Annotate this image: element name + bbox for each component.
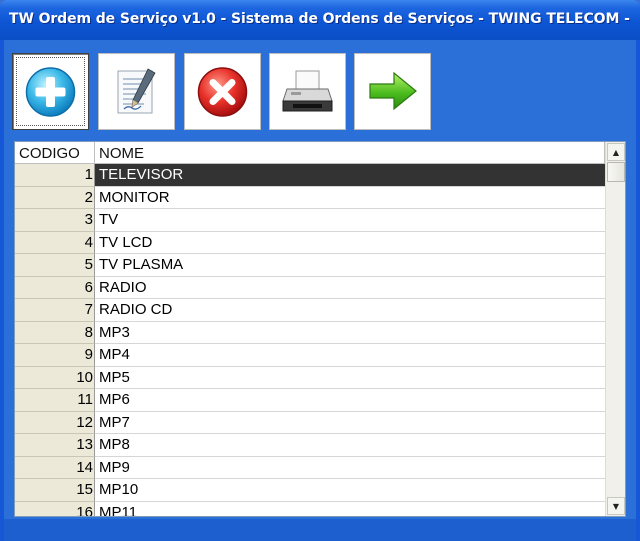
triangle-down-icon: ▼: [612, 501, 620, 511]
add-button[interactable]: [12, 53, 89, 130]
row-name-cell[interactable]: MP5: [95, 367, 605, 389]
exit-button[interactable]: [354, 53, 431, 130]
title-bar[interactable]: TW Ordem de Serviço v1.0 - Sistema de Or…: [0, 0, 640, 40]
window-title: TW Ordem de Serviço v1.0 - Sistema de Or…: [9, 11, 634, 27]
table-row[interactable]: 1 TELEVISOR: [15, 164, 605, 187]
equipment-grid[interactable]: CODIGO NOME 1 TELEVISOR 2 MONITOR 3 TV 4…: [14, 141, 626, 517]
row-code-cell: 10: [15, 366, 95, 389]
column-header-codigo[interactable]: CODIGO: [15, 142, 95, 164]
table-row[interactable]: 15 MP10: [15, 479, 605, 502]
row-name-cell[interactable]: MP9: [95, 457, 605, 479]
row-code-cell: 7: [15, 299, 95, 322]
scroll-thumb[interactable]: [607, 162, 625, 182]
row-name-cell[interactable]: MP3: [95, 322, 605, 344]
table-row[interactable]: 6 RADIO: [15, 276, 605, 299]
plus-circle-icon: [25, 67, 76, 117]
printer-icon: [282, 70, 333, 112]
table-row[interactable]: 7 RADIO CD: [15, 299, 605, 322]
row-name-cell[interactable]: TV: [95, 209, 605, 232]
row-code-cell: 6: [15, 276, 95, 299]
app-window: TW Ordem de Serviço v1.0 - Sistema de Or…: [0, 0, 640, 541]
table-row[interactable]: 5 TV PLASMA: [15, 254, 605, 277]
row-code-cell: 9: [15, 344, 95, 367]
row-code-cell: 13: [15, 434, 95, 457]
row-name-cell[interactable]: MP11: [95, 502, 605, 517]
arrow-right-icon: [369, 71, 417, 111]
row-code-cell: 12: [15, 411, 95, 434]
row-code-cell: 5: [15, 254, 95, 277]
column-header-nome[interactable]: NOME: [95, 142, 605, 164]
table-row[interactable]: 8 MP3: [15, 321, 605, 344]
row-code-cell: 16: [15, 501, 95, 516]
table-row[interactable]: 12 MP7: [15, 411, 605, 434]
print-button[interactable]: [269, 53, 346, 130]
table-row[interactable]: 16 MP11: [15, 501, 605, 517]
delete-button[interactable]: [184, 53, 261, 130]
row-name-cell[interactable]: TELEVISOR: [95, 164, 605, 187]
table-row[interactable]: 11 MP6: [15, 389, 605, 412]
row-name-cell[interactable]: MP8: [95, 434, 605, 457]
row-code-cell: 3: [15, 209, 95, 232]
vertical-scrollbar[interactable]: ▲ ▼: [605, 142, 625, 516]
row-code-cell: 8: [15, 321, 95, 344]
row-name-cell[interactable]: MP7: [95, 412, 605, 434]
row-code-cell: 1: [15, 164, 95, 187]
x-circle-icon: [197, 67, 248, 117]
triangle-up-icon: ▲: [612, 147, 620, 157]
row-name-cell[interactable]: MONITOR: [95, 187, 605, 209]
row-code-cell: 15: [15, 479, 95, 502]
table-row[interactable]: 9 MP4: [15, 344, 605, 367]
edit-button[interactable]: [98, 53, 175, 130]
document-pen-icon: [117, 68, 156, 114]
row-code-cell: 2: [15, 186, 95, 209]
row-name-cell[interactable]: MP6: [95, 389, 605, 412]
main-panel: CODIGO NOME 1 TELEVISOR 2 MONITOR 3 TV 4…: [4, 40, 636, 519]
table-row[interactable]: 4 TV LCD: [15, 231, 605, 254]
table-row[interactable]: 10 MP5: [15, 366, 605, 389]
scroll-down-button[interactable]: ▼: [607, 497, 625, 515]
row-code-cell: 11: [15, 389, 95, 412]
row-name-cell[interactable]: TV PLASMA: [95, 254, 605, 277]
row-name-cell[interactable]: RADIO CD: [95, 299, 605, 322]
scroll-up-button[interactable]: ▲: [607, 143, 625, 161]
window-bottom-border: [4, 519, 636, 541]
row-name-cell[interactable]: MP10: [95, 479, 605, 502]
row-name-cell[interactable]: MP4: [95, 344, 605, 367]
table-row[interactable]: 13 MP8: [15, 434, 605, 457]
table-row[interactable]: 2 MONITOR: [15, 186, 605, 209]
row-code-cell: 4: [15, 231, 95, 254]
row-name-cell[interactable]: TV LCD: [95, 232, 605, 254]
table-row[interactable]: 14 MP9: [15, 456, 605, 479]
table-row[interactable]: 3 TV: [15, 209, 605, 232]
row-name-cell[interactable]: RADIO: [95, 277, 605, 299]
row-code-cell: 14: [15, 456, 95, 479]
